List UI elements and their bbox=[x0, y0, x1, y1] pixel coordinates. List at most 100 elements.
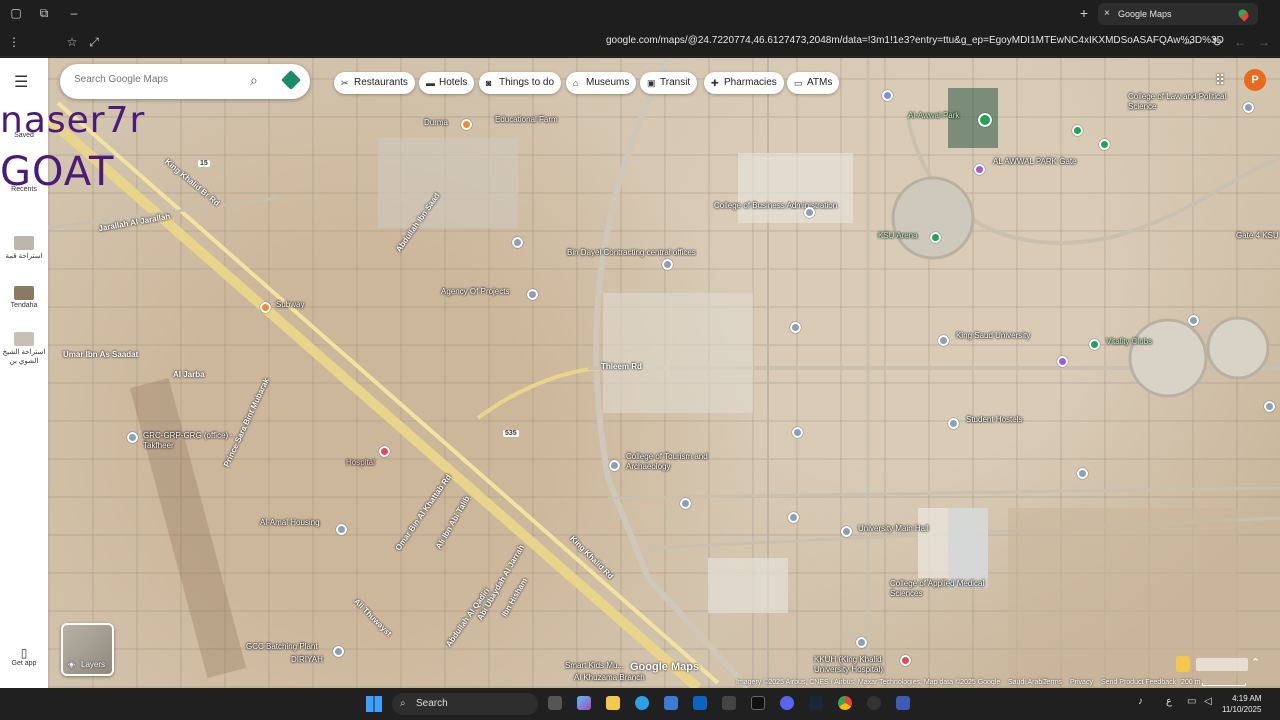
gate-pin-icon[interactable] bbox=[1057, 356, 1068, 367]
place-pin-icon[interactable] bbox=[527, 289, 538, 300]
apps-grid-icon[interactable]: ⠿ bbox=[1215, 72, 1225, 89]
sidebar-toggle-icon[interactable]: ▢ bbox=[6, 0, 26, 27]
rail-recent-item-3[interactable]: استراحة الشيخ الشوي بن bbox=[0, 332, 48, 366]
app-icon[interactable] bbox=[722, 696, 736, 710]
url-field[interactable]: google.com/maps/@24.7220774,46.6127473,2… bbox=[606, 35, 1224, 46]
place-pin-icon[interactable] bbox=[680, 498, 691, 509]
get-app-button[interactable]: ▯ Get app bbox=[0, 646, 48, 667]
place-pin-icon[interactable] bbox=[336, 524, 347, 535]
chip-museums[interactable]: ⌂ Museums bbox=[566, 72, 637, 94]
star-icon[interactable]: ☆ bbox=[62, 27, 82, 57]
park-pin-icon[interactable] bbox=[1072, 125, 1083, 136]
place-pin-icon[interactable] bbox=[1188, 315, 1199, 326]
place-pin-icon[interactable] bbox=[792, 427, 803, 438]
layers-button[interactable]: ◈ Layers bbox=[61, 623, 114, 676]
place-label-al-amal-housing[interactable]: Al-Amal Housing bbox=[260, 518, 320, 527]
place-label-king-saud-university[interactable]: King Saud University bbox=[956, 331, 1030, 340]
forward-icon[interactable]: → bbox=[1254, 27, 1274, 57]
place-label-college-applied-medical[interactable]: College of Applied Medical Sciences bbox=[890, 579, 990, 599]
place-pin-icon[interactable] bbox=[333, 646, 344, 657]
place-pin-icon[interactable] bbox=[938, 335, 949, 346]
place-label-al-awwal-park[interactable]: Al-Awwal Park bbox=[908, 111, 959, 120]
place-pin-icon[interactable] bbox=[788, 512, 799, 523]
place-label-university-main-hall[interactable]: University Main Hall bbox=[858, 524, 929, 533]
chip-things-to-do[interactable]: ◙ Things to do bbox=[479, 72, 562, 94]
app-icon[interactable] bbox=[867, 696, 881, 710]
place-pin-icon[interactable] bbox=[1264, 401, 1275, 412]
place-label-student-hostels[interactable]: Student Hostels bbox=[966, 415, 1022, 424]
place-label-college-law[interactable]: College of Law and Political Science bbox=[1128, 92, 1240, 112]
task-view-icon[interactable] bbox=[548, 696, 562, 710]
app-icon[interactable] bbox=[896, 696, 910, 710]
directions-icon[interactable] bbox=[281, 70, 301, 90]
place-label-educational-farm[interactable]: Educational Farm bbox=[495, 115, 558, 124]
place-pin-icon[interactable] bbox=[804, 207, 815, 218]
rail-recent-item-1[interactable]: استراحة قمة bbox=[0, 236, 48, 260]
menu-dots-icon[interactable]: ⋮ bbox=[4, 27, 24, 57]
network-icon[interactable]: ▭ bbox=[1187, 696, 1196, 707]
minimize-button[interactable]: – bbox=[64, 0, 84, 27]
place-label-agency-of-projects[interactable]: Agency Of Projects bbox=[441, 287, 509, 296]
close-tab-icon[interactable]: × bbox=[1104, 3, 1110, 25]
windows-start-icon[interactable] bbox=[366, 696, 382, 712]
place-pin-icon[interactable] bbox=[609, 460, 620, 471]
place-label-al-awwal-park-gate[interactable]: AL AWWAL PARK Gate bbox=[993, 157, 1077, 166]
place-pin-icon[interactable] bbox=[662, 259, 673, 270]
restaurant-pin-icon[interactable] bbox=[461, 119, 472, 130]
place-pin-icon[interactable] bbox=[856, 637, 867, 648]
menu-hamburger-icon[interactable]: ☰ bbox=[14, 72, 28, 92]
place-pin-icon[interactable] bbox=[948, 418, 959, 429]
new-tab-button[interactable]: + bbox=[1074, 0, 1094, 27]
place-label-subway[interactable]: Subway bbox=[276, 300, 304, 309]
search-icon[interactable]: ⌕ bbox=[250, 72, 258, 89]
park-pin-icon[interactable] bbox=[978, 113, 992, 127]
chip-transit[interactable]: ▣ Transit bbox=[640, 72, 698, 94]
place-pin-icon[interactable] bbox=[1077, 468, 1088, 479]
reload-icon[interactable]: ↻ bbox=[1207, 27, 1227, 57]
mic-icon[interactable]: ♪ bbox=[1138, 696, 1143, 707]
search-input[interactable] bbox=[74, 74, 244, 85]
volume-icon[interactable]: ◁ bbox=[1204, 696, 1212, 707]
place-label-ksu-arena[interactable]: KSU Arena bbox=[878, 231, 918, 240]
place-label-vitality-clubs[interactable]: Vitality Clubs bbox=[1106, 337, 1152, 346]
chrome-icon[interactable] bbox=[838, 696, 852, 710]
place-label-gate-4-ksu[interactable]: Gate 4 KSU bbox=[1236, 231, 1279, 240]
link-privacy[interactable]: Privacy bbox=[1070, 679, 1093, 686]
store-icon[interactable] bbox=[664, 696, 678, 710]
chip-hotels[interactable]: ▬ Hotels bbox=[419, 72, 475, 94]
maps-search-box[interactable]: ⌕ bbox=[60, 64, 310, 99]
copilot-icon[interactable] bbox=[577, 696, 591, 710]
edge-icon[interactable] bbox=[635, 696, 649, 710]
park-pin-icon[interactable] bbox=[1099, 139, 1110, 150]
place-label-kkuh[interactable]: KKUH (King Khalid University Hospital) bbox=[814, 655, 904, 675]
place-label-durma[interactable]: Durma bbox=[424, 118, 448, 127]
place-pin-icon[interactable] bbox=[512, 237, 523, 248]
place-label-hospital[interactable]: Hospital bbox=[346, 458, 375, 467]
rail-recent-item-2[interactable]: Tendaha bbox=[0, 286, 48, 309]
terminal-icon[interactable] bbox=[751, 696, 765, 710]
place-label-diriyah[interactable]: DIRIYAH bbox=[291, 655, 323, 664]
gym-pin-icon[interactable] bbox=[1089, 339, 1100, 350]
back-icon[interactable]: ← bbox=[1230, 27, 1250, 57]
chip-pharmacies[interactable]: ✚ Pharmacies bbox=[704, 72, 784, 94]
place-pin-icon[interactable] bbox=[127, 432, 138, 443]
chip-restaurants[interactable]: ✂ Restaurants bbox=[334, 72, 415, 94]
parking-pin-icon[interactable] bbox=[882, 90, 893, 101]
place-label-college-business[interactable]: College of Business Administration bbox=[714, 201, 837, 211]
pegman-icon[interactable] bbox=[1176, 656, 1190, 672]
gate-pin-icon[interactable] bbox=[974, 164, 985, 175]
place-pin-icon[interactable] bbox=[1243, 102, 1254, 113]
link-feedback[interactable]: Send Product Feedback bbox=[1101, 679, 1176, 686]
taskbar-search[interactable]: ⌕ Search bbox=[392, 693, 538, 715]
screenshot-icon[interactable]: ⤢ bbox=[84, 27, 104, 57]
link-region[interactable]: Saudi Arabia bbox=[1008, 679, 1048, 686]
place-label-al-khuzama[interactable]: Al Khuzama Branch bbox=[574, 673, 645, 682]
restaurant-pin-icon[interactable] bbox=[260, 302, 271, 313]
place-label-bin-dayel[interactable]: Bin Dayel Contracting central offices bbox=[567, 248, 696, 257]
discord-icon[interactable] bbox=[780, 696, 794, 710]
maps-profile-avatar[interactable]: P bbox=[1244, 69, 1266, 91]
tab-google-maps[interactable]: × Google Maps bbox=[1098, 3, 1258, 25]
place-label-college-tourism[interactable]: College of Tourism and Archaeology bbox=[626, 452, 726, 472]
satellite-map[interactable]: Educational Farm College of Business Adm… bbox=[48, 58, 1280, 688]
steam-icon[interactable] bbox=[809, 696, 823, 710]
